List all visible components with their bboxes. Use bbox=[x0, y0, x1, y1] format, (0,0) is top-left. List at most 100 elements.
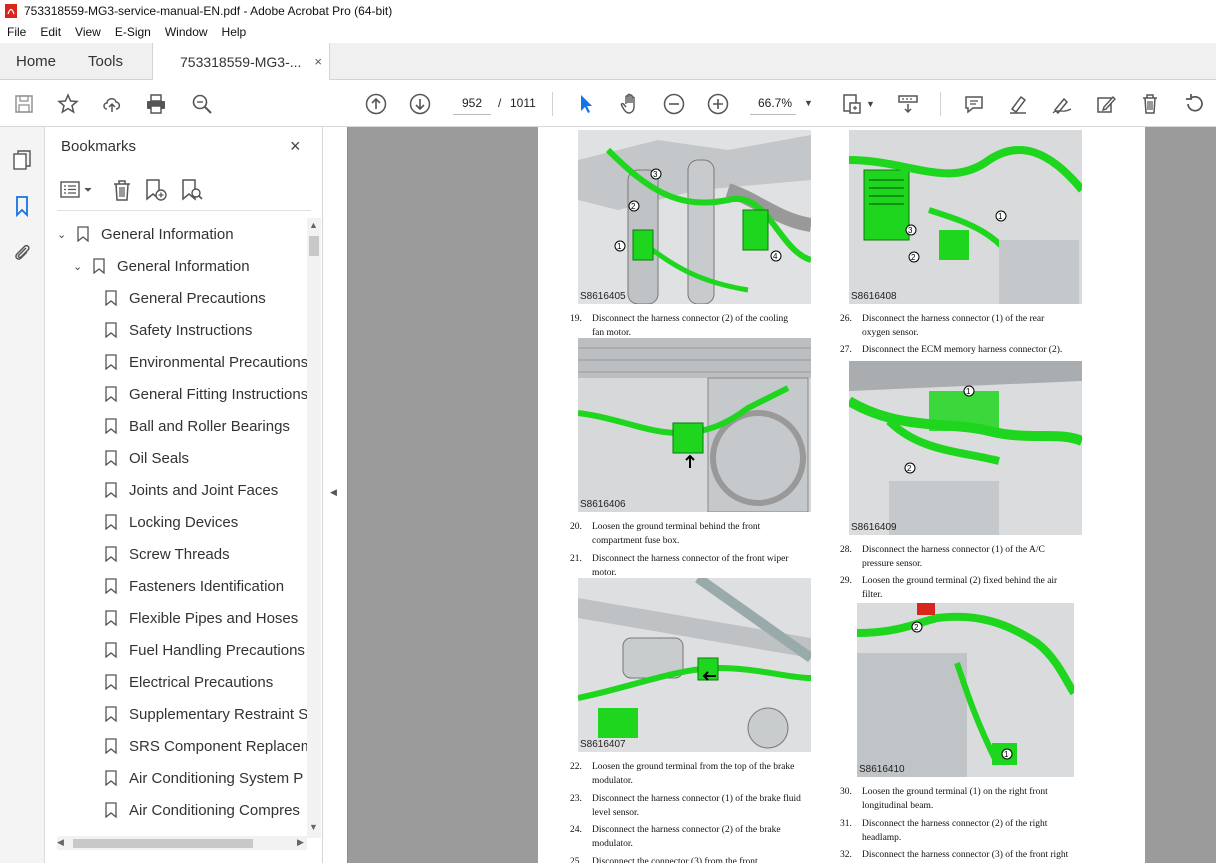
step-number: 32. bbox=[840, 850, 852, 860]
bookmark-options-icon[interactable] bbox=[59, 177, 95, 203]
bookmark-panel-icon[interactable] bbox=[11, 195, 33, 217]
bookmark-label: Air Conditioning Compres bbox=[129, 801, 300, 819]
fit-page-caret-icon[interactable]: ▼ bbox=[866, 99, 875, 109]
bookmark-item[interactable]: Environmental Precautions bbox=[105, 346, 307, 378]
figure-label: S8616405 bbox=[580, 291, 626, 302]
bookmark-item[interactable]: General Fitting Instructions bbox=[105, 378, 307, 410]
highlight-icon[interactable] bbox=[1006, 92, 1030, 116]
bookmark-item[interactable]: Safety Instructions bbox=[105, 314, 252, 346]
step-text: Disconnect the harness connector (1) of … bbox=[862, 545, 1045, 569]
bookmark-item[interactable]: Flexible Pipes and Hoses bbox=[105, 602, 298, 634]
bookmarks-horizontal-scrollbar[interactable]: ◀ ▶ bbox=[57, 836, 307, 850]
figure-label: S8616410 bbox=[859, 764, 905, 775]
bookmark-label: Ball and Roller Bearings bbox=[129, 417, 290, 435]
scroll-mode-icon[interactable] bbox=[896, 92, 920, 116]
star-icon[interactable] bbox=[56, 92, 80, 116]
step-number: 28. bbox=[840, 545, 852, 555]
scrollbar-thumb[interactable] bbox=[73, 839, 253, 848]
find-bookmark-icon[interactable] bbox=[179, 177, 205, 203]
print-icon[interactable] bbox=[144, 92, 168, 116]
bookmark-item[interactable]: Ball and Roller Bearings bbox=[105, 410, 290, 442]
step-text: Loosen the ground terminal (2) fixed beh… bbox=[862, 576, 1058, 600]
collapse-panel-icon[interactable]: ◀ bbox=[330, 487, 337, 498]
fit-page-icon[interactable] bbox=[840, 92, 864, 116]
zoom-input[interactable] bbox=[750, 91, 796, 115]
svg-text:1: 1 bbox=[966, 387, 971, 396]
edit-icon[interactable] bbox=[1094, 92, 1118, 116]
tab-tools[interactable]: Tools bbox=[88, 43, 123, 80]
svg-text:2: 2 bbox=[911, 253, 916, 262]
delete-icon[interactable] bbox=[1138, 92, 1162, 116]
search-zoom-icon[interactable] bbox=[190, 92, 214, 116]
menu-file[interactable]: File bbox=[0, 25, 33, 39]
bookmark-icon bbox=[105, 642, 117, 658]
bookmark-item[interactable]: Joints and Joint Faces bbox=[105, 474, 278, 506]
bookmark-icon bbox=[105, 674, 117, 690]
undo-icon[interactable] bbox=[1182, 92, 1206, 116]
menu-help[interactable]: Help bbox=[215, 25, 254, 39]
scroll-left-icon[interactable]: ◀ bbox=[57, 837, 64, 848]
new-bookmark-icon[interactable] bbox=[143, 177, 169, 203]
close-tab-icon[interactable]: × bbox=[314, 54, 322, 69]
menu-view[interactable]: View bbox=[68, 25, 108, 39]
bookmark-item[interactable]: Fuel Handling Precautions bbox=[105, 634, 305, 666]
bookmark-label: Environmental Precautions bbox=[129, 353, 307, 371]
step-number: 20. bbox=[570, 522, 582, 532]
bookmark-item[interactable]: Oil Seals bbox=[105, 442, 189, 474]
bookmark-item[interactable]: General Precautions bbox=[105, 282, 266, 314]
bookmark-item[interactable]: ⌄ General Information bbox=[57, 218, 234, 250]
bookmark-item[interactable]: Electrical Precautions bbox=[105, 666, 273, 698]
scroll-up-icon[interactable]: ▲ bbox=[309, 220, 318, 230]
bookmark-item[interactable]: Fasteners Identification bbox=[105, 570, 284, 602]
scroll-down-icon[interactable]: ▼ bbox=[309, 822, 318, 832]
step-text: Disconnect the harness connector (1) of … bbox=[592, 794, 801, 818]
page-up-icon[interactable] bbox=[364, 92, 388, 116]
menu-esign[interactable]: E-Sign bbox=[108, 25, 158, 39]
comment-icon[interactable] bbox=[962, 92, 986, 116]
delete-bookmark-icon[interactable] bbox=[109, 177, 135, 203]
zoom-dropdown-icon[interactable]: ▼ bbox=[804, 98, 813, 108]
step-number: 21. bbox=[570, 554, 582, 564]
chevron-down-icon[interactable]: ⌄ bbox=[73, 260, 85, 273]
pages-thumbnail-icon[interactable] bbox=[11, 149, 33, 171]
page-number-input[interactable] bbox=[453, 91, 491, 115]
bookmark-item[interactable]: Air Conditioning Compres bbox=[105, 794, 300, 822]
scrollbar-thumb[interactable] bbox=[309, 236, 319, 256]
select-cursor-icon[interactable] bbox=[574, 92, 598, 116]
tab-home[interactable]: Home bbox=[16, 43, 56, 80]
sign-icon[interactable] bbox=[1050, 92, 1074, 116]
chevron-down-icon[interactable]: ⌄ bbox=[57, 228, 69, 241]
page-down-icon[interactable] bbox=[408, 92, 432, 116]
zoom-out-icon[interactable] bbox=[662, 92, 686, 116]
bookmark-item[interactable]: Locking Devices bbox=[105, 506, 238, 538]
bookmark-item[interactable]: Air Conditioning System P bbox=[105, 762, 303, 794]
upload-icon[interactable] bbox=[100, 92, 124, 116]
bookmarks-vertical-scrollbar[interactable]: ▲ ▼ bbox=[307, 218, 321, 838]
step-number: 31. bbox=[840, 819, 852, 829]
save-icon[interactable] bbox=[12, 92, 36, 116]
svg-text:1: 1 bbox=[998, 212, 1003, 221]
bookmark-label: Oil Seals bbox=[129, 449, 190, 467]
menu-window[interactable]: Window bbox=[158, 25, 215, 39]
step-text: Disconnect the harness connector (3) of … bbox=[862, 850, 1069, 860]
bookmark-item[interactable]: ⌄ General Information bbox=[73, 250, 250, 282]
procedure-step: 21. Disconnect the harness connector of t… bbox=[570, 552, 835, 582]
attachment-icon[interactable] bbox=[11, 241, 33, 263]
document-viewport[interactable]: 3 2 1 4 S8616405 S8616406 S8616407 1 3 2… bbox=[347, 127, 1216, 863]
bookmark-item[interactable]: SRS Component Replacem bbox=[105, 730, 307, 762]
close-panel-icon[interactable]: × bbox=[290, 136, 301, 157]
step-number: 24. bbox=[570, 825, 582, 835]
tab-document[interactable]: 753318559-MG3-... × bbox=[152, 43, 330, 81]
figure-label: S8616408 bbox=[851, 291, 897, 302]
hand-icon[interactable] bbox=[618, 92, 642, 116]
step-number: 23. bbox=[570, 794, 582, 804]
zoom-in-icon[interactable] bbox=[706, 92, 730, 116]
toolbar-divider bbox=[552, 92, 553, 116]
menu-edit[interactable]: Edit bbox=[33, 25, 68, 39]
bookmark-label: Flexible Pipes and Hoses bbox=[129, 609, 299, 627]
bookmark-item[interactable]: Screw Threads bbox=[105, 538, 230, 570]
procedure-step: 25. Disconnect the connector (3) from the… bbox=[570, 855, 835, 863]
scroll-right-icon[interactable]: ▶ bbox=[297, 837, 304, 848]
bookmark-icon bbox=[105, 418, 117, 434]
bookmark-item[interactable]: Supplementary Restraint S bbox=[105, 698, 307, 730]
